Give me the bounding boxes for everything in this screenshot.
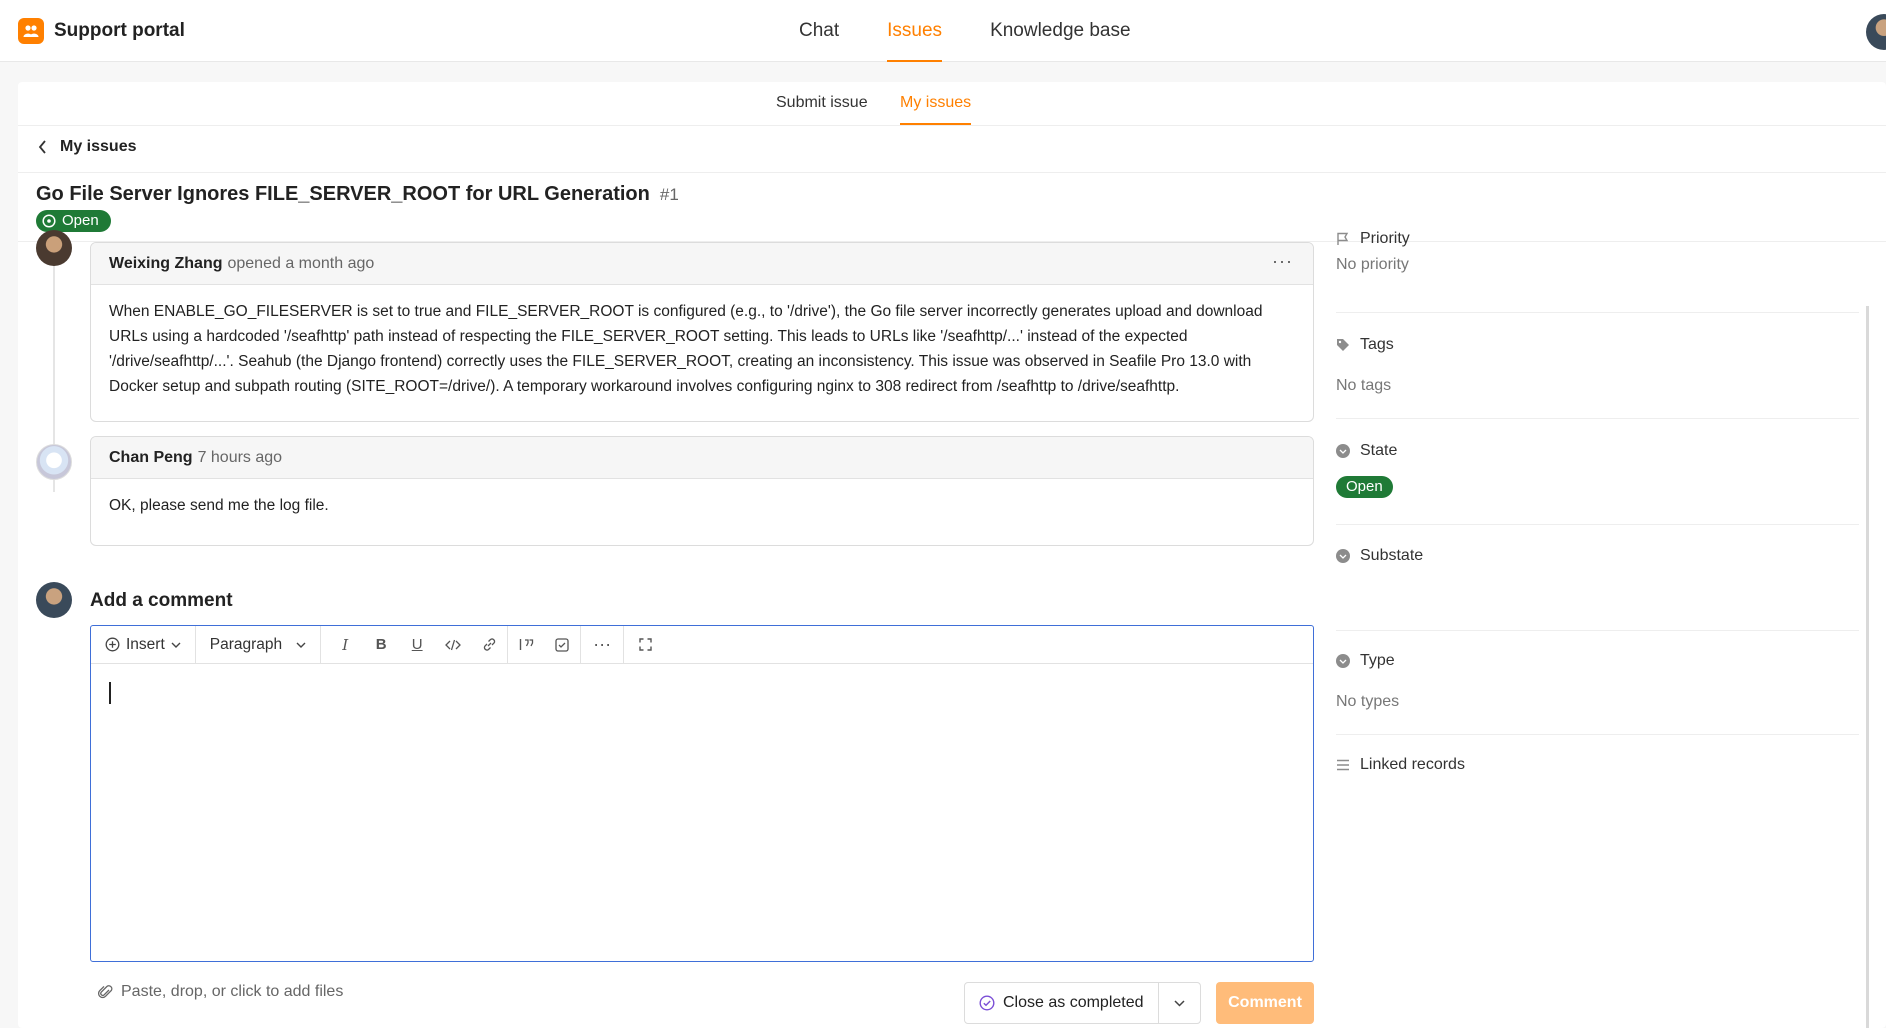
- comment-header: Weixing Zhang opened a month ago ···: [91, 243, 1313, 285]
- list-icon: [1337, 759, 1349, 771]
- type-value: No types: [1336, 693, 1400, 710]
- comment-meta: opened a month ago: [227, 254, 375, 272]
- chevron-down-icon: [171, 642, 181, 648]
- chevron-down-icon: [1173, 999, 1185, 1007]
- scrollbar[interactable]: [1866, 306, 1869, 1028]
- close-options-dropdown[interactable]: [1157, 983, 1200, 1023]
- comment-button[interactable]: Comment: [1216, 982, 1314, 1024]
- sidebar-substate[interactable]: Substate: [1336, 547, 1859, 565]
- open-circle-icon: [42, 213, 56, 228]
- text-cursor: [109, 682, 111, 704]
- state-value-badge: Open: [1336, 476, 1393, 498]
- comment-header: Chan Peng 7 hours ago: [91, 437, 1313, 479]
- sidebar-state[interactable]: State Open: [1336, 442, 1859, 498]
- link-icon[interactable]: [471, 626, 507, 664]
- attach-files[interactable]: Paste, drop, or click to add files: [98, 983, 343, 1001]
- sidebar-priority[interactable]: Priority: [1336, 230, 1859, 248]
- chevron-left-icon: [38, 140, 46, 154]
- close-as-completed-main[interactable]: Close as completed: [965, 983, 1158, 1023]
- close-as-completed-label: Close as completed: [1003, 994, 1144, 1011]
- checklist-icon[interactable]: [544, 626, 580, 664]
- plus-circle-icon: [105, 637, 120, 652]
- back-label: My issues: [60, 138, 137, 155]
- divider: [1336, 312, 1859, 313]
- comment-card: Chan Peng 7 hours ago OK, please send me…: [90, 436, 1314, 546]
- tag-icon: [1337, 339, 1349, 351]
- comment-author[interactable]: Weixing Zhang: [109, 255, 222, 273]
- check-circle-icon: [979, 995, 995, 1011]
- issue-status-badge: Open: [36, 210, 111, 233]
- sidebar-type[interactable]: Type No types: [1336, 652, 1859, 711]
- current-user-avatar: [36, 582, 72, 618]
- state-label: State: [1360, 442, 1398, 459]
- issue-title-text: Go File Server Ignores FILE_SERVER_ROOT …: [36, 183, 650, 205]
- divider: [1336, 524, 1859, 525]
- paperclip-icon: [98, 985, 113, 999]
- comment-author[interactable]: Chan Peng: [109, 449, 193, 467]
- underline-icon[interactable]: U: [399, 626, 435, 664]
- code-icon[interactable]: [435, 626, 471, 664]
- attach-files-label: Paste, drop, or click to add files: [121, 983, 344, 1000]
- tab-submit-issue[interactable]: Submit issue: [776, 94, 868, 123]
- state-icon: [1336, 444, 1350, 458]
- brand[interactable]: Support portal: [18, 18, 185, 44]
- chevron-down-icon: [296, 642, 306, 648]
- comment-editor[interactable]: Insert Paragraph I B U ···: [90, 625, 1314, 962]
- sidebar-linked-records[interactable]: Linked records: [1336, 756, 1859, 774]
- issue-title: Go File Server Ignores FILE_SERVER_ROOT …: [36, 183, 679, 206]
- tab-my-issues[interactable]: My issues: [900, 94, 972, 125]
- substate-icon: [1336, 549, 1350, 563]
- comment-card: Weixing Zhang opened a month ago ··· Whe…: [90, 242, 1314, 422]
- type-label: Type: [1360, 652, 1395, 669]
- editor-toolbar: Insert Paragraph I B U ···: [91, 625, 1313, 664]
- bold-icon[interactable]: B: [363, 626, 399, 664]
- sub-nav: Submit issue My issues: [18, 82, 1886, 126]
- insert-label: Insert: [126, 635, 165, 653]
- priority-value: No priority: [1336, 256, 1409, 273]
- italic-icon[interactable]: I: [327, 626, 363, 664]
- comment-body: OK, please send me the log file.: [109, 497, 329, 514]
- issue-number: #1: [659, 185, 679, 204]
- comment-meta: 7 hours ago: [197, 448, 283, 466]
- main-panel: Submit issue My issues My issues Go File…: [18, 82, 1886, 1028]
- more-options-icon[interactable]: ···: [1272, 251, 1293, 272]
- divider: [1336, 418, 1859, 419]
- blockquote-icon[interactable]: [508, 626, 544, 664]
- nav-knowledge-base[interactable]: Knowledge base: [966, 0, 1155, 62]
- more-icon[interactable]: ···: [581, 626, 623, 664]
- tags-value: No tags: [1336, 377, 1392, 394]
- linked-records-label: Linked records: [1360, 756, 1465, 773]
- paragraph-select[interactable]: Paragraph: [196, 625, 322, 664]
- fullscreen-icon[interactable]: [624, 626, 666, 664]
- top-bar: Support portal Chat Issues Knowledge bas…: [0, 0, 1886, 62]
- tags-label: Tags: [1360, 336, 1394, 353]
- comment-body: When ENABLE_GO_FILESERVER is set to true…: [109, 303, 1263, 395]
- divider: [1336, 630, 1859, 631]
- issue-status-text: Open: [62, 212, 99, 229]
- type-icon: [1336, 654, 1350, 668]
- avatar-weixing-zhang[interactable]: [36, 230, 72, 266]
- divider: [18, 172, 1886, 173]
- nav-chat[interactable]: Chat: [775, 0, 863, 62]
- divider: [1336, 734, 1859, 735]
- insert-menu[interactable]: Insert: [91, 625, 196, 664]
- nav-issues[interactable]: Issues: [863, 0, 966, 62]
- avatar-chan-peng[interactable]: [36, 444, 72, 480]
- user-avatar[interactable]: [1866, 14, 1886, 50]
- support-portal-logo-icon: [18, 18, 44, 44]
- brand-name: Support portal: [54, 20, 185, 41]
- sidebar-tags[interactable]: Tags No tags: [1336, 336, 1859, 395]
- priority-label: Priority: [1360, 230, 1410, 247]
- substate-label: Substate: [1360, 547, 1424, 564]
- close-as-completed-button[interactable]: Close as completed: [964, 982, 1201, 1024]
- flag-icon: [1337, 232, 1349, 245]
- add-comment-heading: Add a comment: [90, 590, 233, 611]
- back-link[interactable]: My issues: [38, 138, 136, 156]
- paragraph-label: Paragraph: [209, 635, 283, 653]
- top-nav: Chat Issues Knowledge base: [775, 0, 1155, 62]
